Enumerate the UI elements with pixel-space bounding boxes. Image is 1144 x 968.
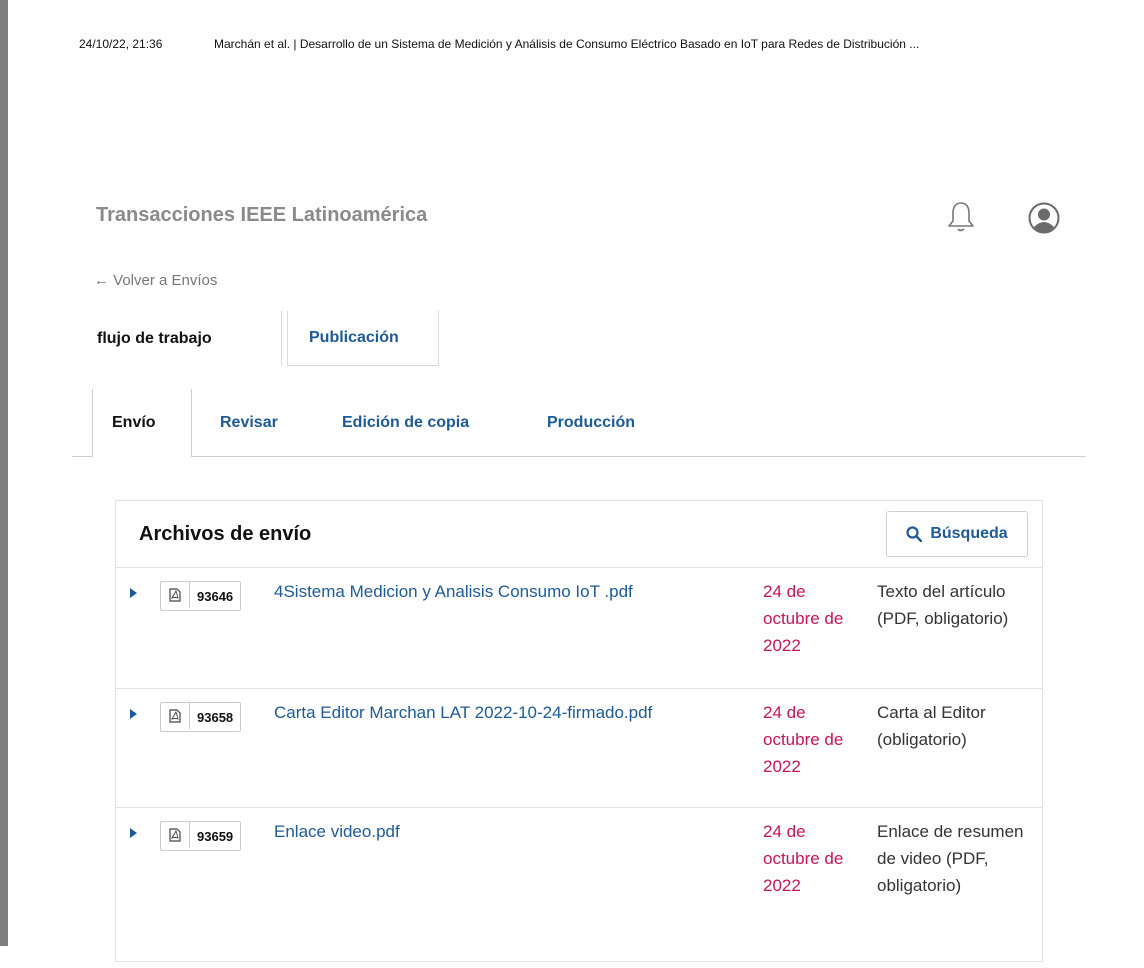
file-badge: 93659 (160, 821, 242, 851)
pdf-file-icon (161, 582, 190, 608)
file-badge: 93658 (160, 702, 242, 732)
expand-row-icon[interactable] (130, 828, 137, 838)
print-date: 24/10/22, 21:36 (79, 37, 163, 51)
stage-tabs: Envío Revisar Edición de copia Producció… (72, 389, 1086, 457)
print-page-title: Marchán et al. | Desarrollo de un Sistem… (214, 37, 920, 51)
pdf-file-icon (161, 703, 190, 729)
file-name-link[interactable]: 4Sistema Medicion y Analisis Consumo IoT… (274, 582, 633, 602)
tab-submission[interactable]: Envío (92, 389, 192, 457)
file-id: 93659 (197, 828, 234, 844)
file-name-link[interactable]: Carta Editor Marchan LAT 2022-10-24-firm… (274, 703, 652, 723)
back-to-submissions-link[interactable]: ← Volver a Envíos (94, 272, 217, 289)
tab-publication[interactable]: Publicación (287, 311, 439, 366)
panel-header: Archivos de envío Búsqueda (116, 501, 1042, 568)
file-name-link[interactable]: Enlace video.pdf (274, 822, 400, 842)
tab-production[interactable]: Producción (547, 389, 635, 456)
expand-row-icon[interactable] (130, 588, 137, 598)
tab-review[interactable]: Revisar (220, 389, 278, 456)
expand-row-icon[interactable] (130, 709, 137, 719)
pdf-file-icon (161, 822, 190, 848)
file-type: Enlace de resumen de video (PDF, obligat… (877, 822, 1024, 895)
file-date: 24 de octubre de 2022 (763, 582, 844, 655)
search-button-label: Búsqueda (930, 525, 1008, 542)
file-type: Carta al Editor (obligatorio) (877, 703, 986, 749)
user-icon[interactable] (1028, 202, 1060, 234)
file-row: 93646 4Sistema Medicion y Analisis Consu… (116, 568, 1042, 689)
tab-copyediting[interactable]: Edición de copia (342, 389, 469, 456)
file-badge: 93646 (160, 581, 242, 611)
file-row: 93658 Carta Editor Marchan LAT 2022-10-2… (116, 689, 1042, 808)
file-type: Texto del artículo (PDF, obligatorio) (877, 582, 1009, 628)
window-left-edge (0, 0, 8, 946)
journal-title[interactable]: Transacciones IEEE Latinoamérica (96, 204, 427, 227)
search-icon (906, 526, 923, 542)
bell-icon[interactable] (946, 200, 976, 234)
file-id: 93646 (197, 588, 234, 604)
panel-title: Archivos de envío (139, 523, 312, 545)
search-button[interactable]: Búsqueda (886, 511, 1028, 557)
tab-workflow[interactable]: flujo de trabajo (82, 311, 282, 366)
file-date: 24 de octubre de 2022 (763, 703, 844, 776)
submission-files-panel: Archivos de envío Búsqueda 93646 4Sistem… (115, 500, 1043, 962)
file-row: 93659 Enlace video.pdf 24 de octubre de … (116, 808, 1042, 968)
file-date: 24 de octubre de 2022 (763, 822, 844, 895)
file-id: 93658 (197, 709, 234, 725)
